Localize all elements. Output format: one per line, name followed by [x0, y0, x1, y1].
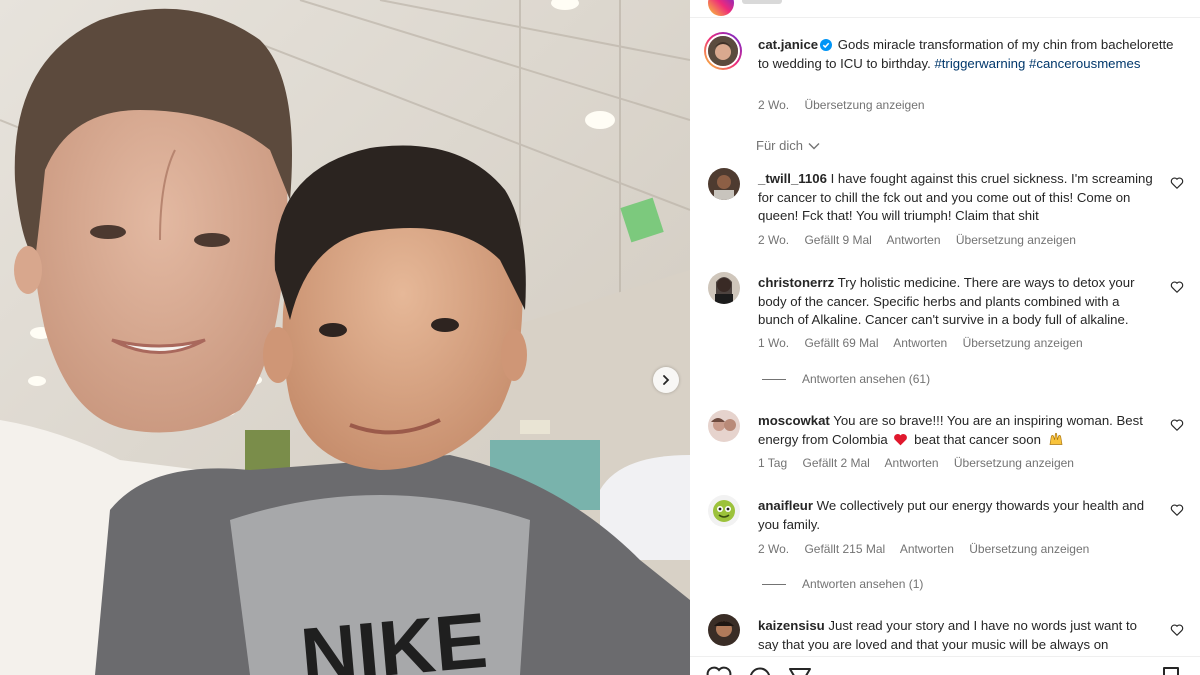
verified-badge-icon — [820, 39, 833, 51]
comment-likes[interactable]: Gefällt 215 Mal — [804, 542, 885, 556]
comment-meta: 2 Wo. Gefällt 9 Mal Antworten Übersetzun… — [758, 233, 1088, 247]
comment-body: We collectively put our energy thowards … — [758, 498, 1145, 532]
comment-reply-button[interactable]: Antworten — [887, 233, 941, 247]
send-icon[interactable] — [788, 666, 812, 675]
caption-time[interactable]: 2 Wo. — [758, 98, 789, 112]
caption-meta: 2 Wo. Übersetzung anzeigen — [758, 98, 937, 112]
comment-avatar[interactable] — [708, 272, 740, 304]
comment-avatar[interactable] — [708, 495, 740, 527]
comment-text: kaizensisu Just read your story and I ha… — [758, 617, 1158, 651]
post-media[interactable]: NIKE — [0, 0, 690, 675]
post-caption: cat.janice Gods miracle transformation o… — [758, 36, 1178, 73]
comment-text: christonerrz Try holistic medicine. Ther… — [758, 274, 1158, 330]
comment-username[interactable]: _twill_1106 — [758, 171, 827, 186]
comment-meta: 1 Tag Gefällt 2 Mal Antworten Übersetzun… — [758, 456, 1086, 470]
comment-meta: 1 Wo. Gefällt 69 Mal Antworten Übersetzu… — [758, 336, 1095, 350]
commenter-avatar-image — [708, 272, 740, 304]
next-media-button[interactable] — [653, 367, 679, 393]
chevron-down-icon — [808, 142, 820, 149]
comment-sort-label: Für dich — [756, 138, 803, 153]
comment-reply-button[interactable]: Antworten — [885, 456, 939, 470]
view-replies-button[interactable]: Antworten ansehen (61) — [762, 372, 930, 386]
comment-body-continued: beat that cancer soon — [914, 431, 1041, 447]
comment-time[interactable]: 1 Wo. — [758, 336, 789, 350]
comments-panel: cat.janice Gods miracle transformation o… — [690, 0, 1200, 675]
red-heart-emoji-icon — [894, 433, 908, 445]
comment-icon[interactable] — [748, 666, 772, 675]
view-replies-label: Antworten ansehen (1) — [802, 577, 924, 591]
comment-sort-dropdown[interactable]: Für dich — [756, 138, 820, 153]
comment-likes[interactable]: Gefällt 9 Mal — [804, 233, 871, 247]
view-replies-label: Antworten ansehen (61) — [802, 372, 931, 386]
commenter-avatar-image — [708, 495, 740, 527]
bookmark-icon[interactable] — [1160, 666, 1182, 675]
comment-text: moscowkat You are so brave!!! You are an… — [758, 412, 1158, 449]
hashtag-triggerwarning[interactable]: #triggerwarning — [934, 56, 1025, 71]
comment-username[interactable]: christonerrz — [758, 275, 834, 290]
comment-likes[interactable]: Gefällt 69 Mal — [804, 336, 878, 350]
comment-time[interactable]: 2 Wo. — [758, 542, 789, 556]
comment-reply-button[interactable]: Antworten — [893, 336, 947, 350]
comment-avatar[interactable] — [708, 410, 740, 442]
header-username[interactable] — [742, 0, 782, 4]
view-replies-button[interactable]: Antworten ansehen (1) — [762, 577, 923, 591]
post-actions-bar — [690, 656, 1200, 675]
heart-outline-icon[interactable] — [1170, 418, 1184, 432]
raising-hands-emoji-icon — [1049, 432, 1062, 445]
comment-likes[interactable]: Gefällt 2 Mal — [802, 456, 869, 470]
replies-divider — [762, 378, 786, 380]
author-avatar-image — [708, 36, 738, 66]
comment-text: _twill_1106 I have fought against this c… — [758, 170, 1158, 226]
commenter-avatar-image — [708, 614, 740, 646]
comment-reply-button[interactable]: Antworten — [900, 542, 954, 556]
heart-icon[interactable] — [706, 666, 732, 675]
comment-translate-link[interactable]: Übersetzung anzeigen — [963, 336, 1083, 350]
author-avatar[interactable] — [704, 32, 742, 70]
heart-outline-icon[interactable] — [1170, 623, 1184, 637]
comment-username[interactable]: anaifleur — [758, 498, 813, 513]
heart-outline-icon[interactable] — [1170, 280, 1184, 294]
commenter-avatar-image — [708, 168, 740, 200]
chevron-right-icon — [663, 375, 670, 385]
comment-translate-link[interactable]: Übersetzung anzeigen — [954, 456, 1074, 470]
comment-text: anaifleur We collectively put our energy… — [758, 497, 1158, 534]
caption-translate-link[interactable]: Übersetzung anzeigen — [804, 98, 924, 112]
comment-time[interactable]: 2 Wo. — [758, 233, 789, 247]
comment-translate-link[interactable]: Übersetzung anzeigen — [956, 233, 1076, 247]
post-header — [690, 0, 1200, 18]
replies-divider — [762, 583, 786, 585]
comment-avatar[interactable] — [708, 614, 740, 646]
commenter-avatar-image — [708, 410, 740, 442]
heart-outline-icon[interactable] — [1170, 176, 1184, 190]
post-photo: NIKE — [0, 0, 690, 675]
comment-time[interactable]: 1 Tag — [758, 456, 787, 470]
comment-avatar[interactable] — [708, 168, 740, 200]
comment-username[interactable]: moscowkat — [758, 413, 830, 428]
comment-username[interactable]: kaizensisu — [758, 618, 825, 633]
comment-meta: 2 Wo. Gefällt 215 Mal Antworten Übersetz… — [758, 542, 1101, 556]
header-avatar[interactable] — [708, 0, 734, 16]
hashtag-cancerousmemes[interactable]: #cancerousmemes — [1029, 56, 1140, 71]
comment-translate-link[interactable]: Übersetzung anzeigen — [969, 542, 1089, 556]
heart-outline-icon[interactable] — [1170, 503, 1184, 517]
author-username[interactable]: cat.janice — [758, 37, 818, 52]
